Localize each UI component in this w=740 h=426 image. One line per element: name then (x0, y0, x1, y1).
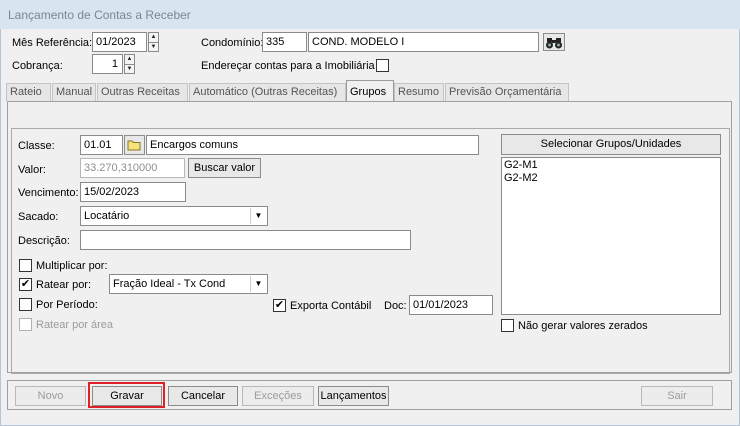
tab-grupos[interactable]: Grupos (346, 80, 394, 102)
mes-referencia-spinner[interactable]: ▲ ▼ (148, 32, 159, 52)
buscar-valor-text: Buscar valor (193, 162, 256, 174)
cancelar-button[interactable]: Cancelar (168, 386, 238, 406)
ratear-area-checkbox[interactable] (19, 318, 32, 331)
sacado-label: Sacado: (18, 211, 59, 223)
groups-listbox[interactable]: G2-M1 G2-M2 (501, 157, 721, 315)
tab-previsao-orcamentaria[interactable]: Previsão Orçamentária (445, 83, 569, 101)
enderecar-checkbox[interactable] (376, 59, 389, 72)
gravar-button[interactable]: Gravar (92, 386, 162, 406)
tab-outras-receitas[interactable]: Outras Receitas (97, 83, 188, 101)
binoculars-icon (546, 38, 562, 49)
enderecar-label: Endereçar contas para a Imobiliária (201, 60, 375, 72)
ratear-value: Fração Ideal - Tx Cond (113, 278, 226, 290)
window-title: Lançamento de Contas a Receber (8, 8, 191, 22)
exporta-contabil-label: Exporta Contábil (290, 300, 372, 312)
mes-referencia-input[interactable]: 01/2023 (92, 32, 147, 52)
doc-input[interactable]: 01/01/2023 (409, 295, 493, 315)
tab-manual[interactable]: Manual (52, 83, 96, 101)
ratear-checkbox[interactable]: ✔ (19, 278, 32, 291)
selecionar-grupos-button[interactable]: Selecionar Grupos/Unidades (501, 134, 721, 155)
exporta-contabil-checkbox[interactable]: ✔ (273, 299, 286, 312)
vencimento-label: Vencimento: (18, 187, 79, 199)
multiplicar-label: Multiplicar por: (36, 260, 108, 272)
sair-button[interactable]: Sair (641, 386, 713, 406)
mes-referencia-label: Mês Referência: (12, 37, 93, 49)
tab-automatico[interactable]: Automático (Outras Receitas) (189, 83, 346, 101)
tab-resumo[interactable]: Resumo (394, 83, 444, 101)
title-bar: Lançamento de Contas a Receber (0, 0, 740, 30)
list-item[interactable]: G2-M1 (504, 159, 718, 172)
spin-up-icon[interactable]: ▲ (149, 33, 158, 42)
novo-button[interactable]: Novo (15, 386, 86, 406)
valor-input[interactable]: 33.270,310000 (80, 158, 185, 178)
cobranca-label: Cobrança: (12, 60, 63, 72)
chevron-down-icon[interactable]: ▼ (250, 276, 266, 292)
condominio-label: Condomínio: (201, 37, 264, 49)
nao-gerar-checkbox[interactable] (501, 319, 514, 332)
search-binoculars-button[interactable] (543, 33, 565, 51)
classe-name-input[interactable]: Encargos comuns (146, 135, 479, 155)
condominio-name-input[interactable]: COND. MODELO I (308, 32, 539, 52)
condominio-code-input[interactable]: 335 (262, 32, 307, 52)
cobranca-spinner[interactable]: ▲ ▼ (124, 54, 135, 74)
multiplicar-checkbox[interactable] (19, 259, 32, 272)
classe-folder-button[interactable] (124, 135, 145, 155)
ratear-select[interactable]: Fração Ideal - Tx Cond ▼ (109, 274, 268, 294)
vencimento-input[interactable]: 15/02/2023 (80, 182, 186, 202)
classe-label: Classe: (18, 140, 55, 152)
nao-gerar-label: Não gerar valores zerados (518, 320, 648, 332)
descricao-input[interactable] (80, 230, 411, 250)
doc-label: Doc: (384, 300, 407, 312)
sacado-select[interactable]: Locatário ▼ (80, 206, 268, 226)
buscar-valor-button[interactable]: Buscar valor (188, 158, 261, 178)
valor-label: Valor: (18, 164, 46, 176)
chevron-down-icon[interactable]: ▼ (250, 208, 266, 224)
classe-code-input[interactable]: 01.01 (80, 135, 123, 155)
excecoes-button[interactable]: Exceções (242, 386, 314, 406)
descricao-label: Descrição: (18, 235, 70, 247)
lancamentos-button[interactable]: Lançamentos (318, 386, 389, 406)
list-item[interactable]: G2-M2 (504, 172, 718, 185)
sacado-value: Locatário (84, 210, 130, 222)
spin-down-icon[interactable]: ▼ (149, 42, 158, 52)
por-periodo-label: Por Período: (36, 299, 98, 311)
ratear-area-label: Ratear por área (36, 319, 114, 331)
por-periodo-checkbox[interactable] (19, 298, 32, 311)
spin-up-icon[interactable]: ▲ (125, 55, 134, 64)
cobranca-input[interactable]: 1 (92, 54, 123, 74)
spin-down-icon[interactable]: ▼ (125, 64, 134, 74)
ratear-label: Ratear por: (36, 279, 92, 291)
tab-rateio[interactable]: Rateio (6, 83, 51, 101)
folder-icon (127, 140, 141, 151)
